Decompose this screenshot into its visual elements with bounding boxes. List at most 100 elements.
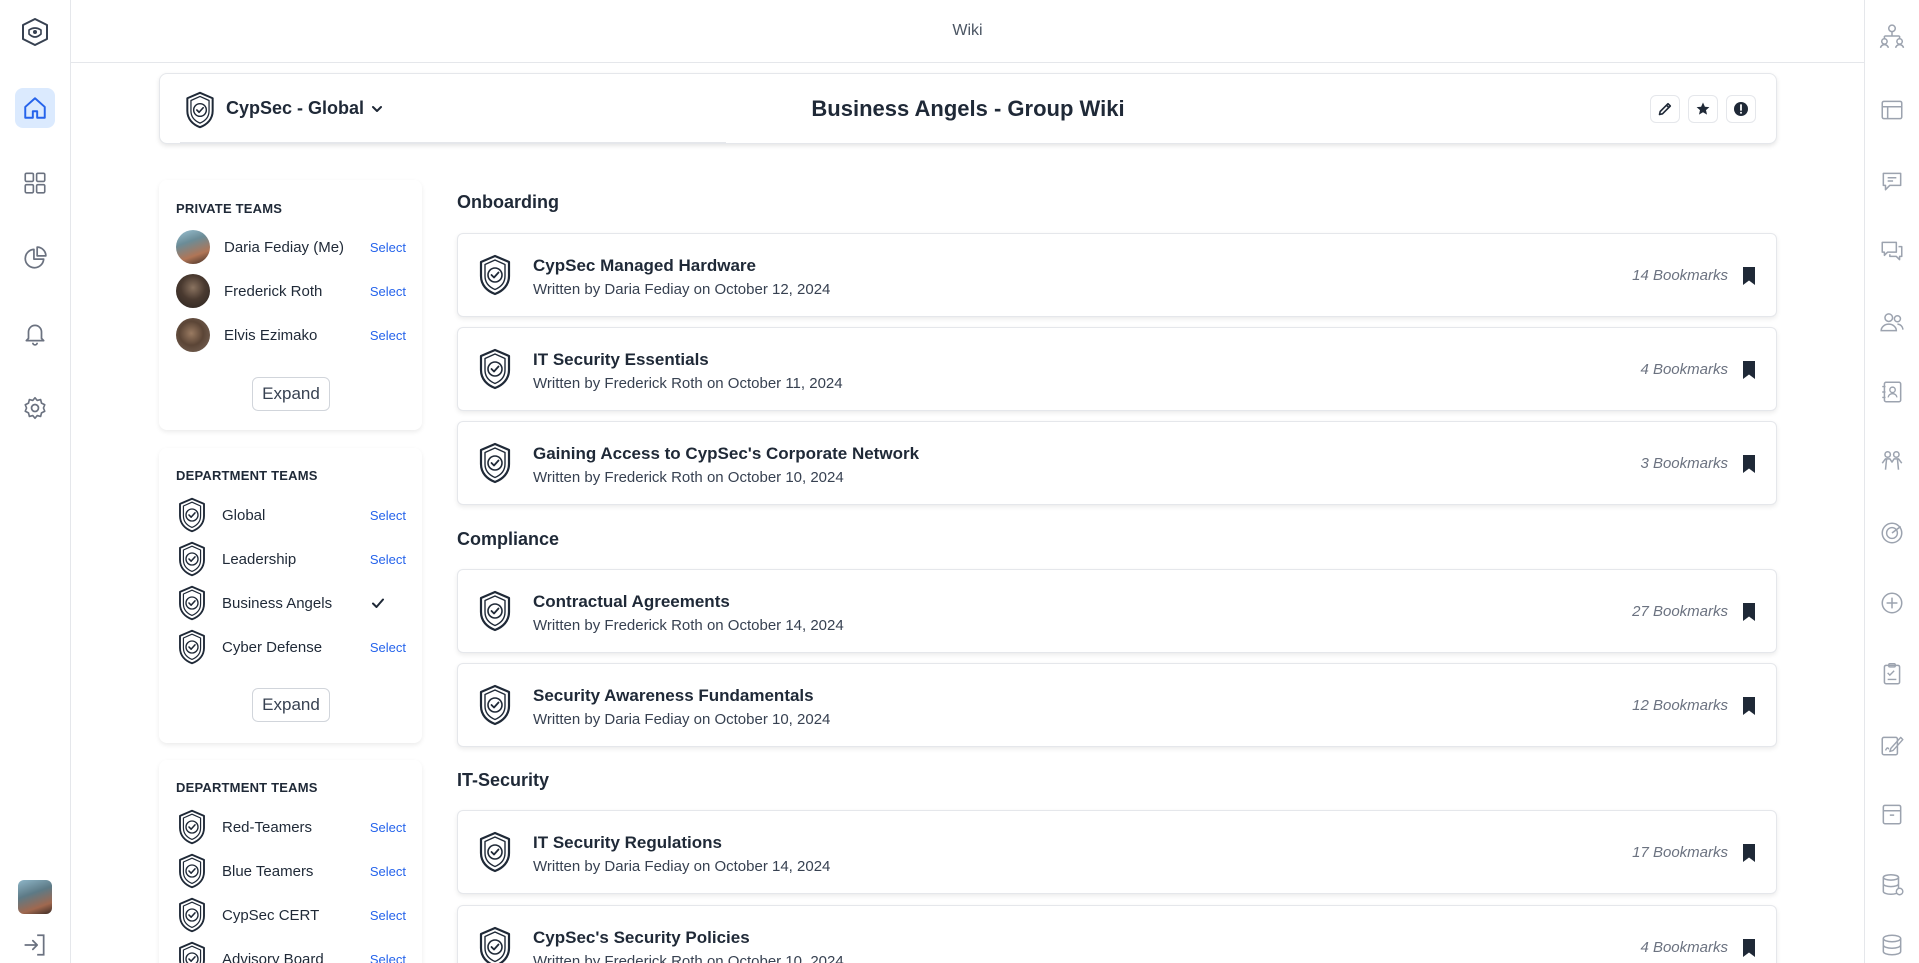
team-switcher[interactable]: CypSec - Global: [226, 98, 384, 119]
team-name: Red-Teamers: [222, 818, 313, 836]
team-icon[interactable]: [1879, 448, 1905, 474]
select-link[interactable]: Select: [370, 552, 406, 567]
bookmark-icon[interactable]: [1739, 937, 1759, 959]
team-row[interactable]: Blue Teamers Select: [176, 852, 406, 890]
team-row[interactable]: Daria Fediay (Me) Select: [176, 228, 406, 266]
shield-check-icon: [478, 442, 512, 484]
shield-check-icon: [176, 541, 208, 577]
shield-check-icon: [176, 629, 208, 665]
avatar: [176, 274, 210, 308]
wiki-entry[interactable]: IT Security Essentials Written by Freder…: [457, 327, 1777, 411]
team-name: Leadership: [222, 550, 297, 568]
team-row[interactable]: Cyber Defense Select: [176, 628, 406, 666]
add-circle-icon[interactable]: [1879, 590, 1905, 616]
wiki-entry-title[interactable]: Security Awareness Fundamentals: [533, 686, 814, 706]
wiki-entry[interactable]: Gaining Access to CypSec's Corporate Net…: [457, 421, 1777, 505]
storage-icon[interactable]: [1879, 932, 1905, 958]
layout-icon[interactable]: [1879, 97, 1905, 123]
app-logo-icon[interactable]: [20, 17, 50, 47]
pie-chart-icon: [24, 246, 47, 269]
edit-button[interactable]: [1650, 95, 1680, 123]
bookmark-icon[interactable]: [1739, 601, 1759, 623]
team-row[interactable]: Global Select: [176, 496, 406, 534]
nav-settings[interactable]: [15, 388, 55, 428]
wiki-entry-title[interactable]: CypSec Managed Hardware: [533, 256, 756, 276]
bookmark-icon[interactable]: [1739, 695, 1759, 717]
team-row[interactable]: Leadership Select: [176, 540, 406, 578]
bookmark-count: 14 Bookmarks: [1632, 267, 1728, 284]
wiki-entry-title[interactable]: Contractual Agreements: [533, 592, 730, 612]
team-row[interactable]: Advisory Board Select: [176, 940, 406, 963]
users-icon[interactable]: [1879, 309, 1905, 335]
shield-check-icon: [184, 91, 216, 129]
clipboard-icon[interactable]: [1879, 661, 1905, 687]
shield-check-icon: [176, 585, 208, 621]
section-title-it-security: IT-Security: [457, 770, 550, 790]
wiki-entry-title[interactable]: IT Security Regulations: [533, 833, 722, 853]
logout-icon[interactable]: [22, 932, 48, 958]
wiki-entry[interactable]: CypSec Managed Hardware Written by Daria…: [457, 233, 1777, 317]
user-avatar[interactable]: [18, 880, 52, 914]
wiki-entry-meta: Written by Daria Fediay on October 14, 2…: [533, 858, 831, 875]
bookmark-icon[interactable]: [1739, 842, 1759, 864]
archive-icon[interactable]: [1879, 801, 1905, 827]
team-row-selected[interactable]: Business Angels: [176, 584, 406, 622]
wiki-entry[interactable]: CypSec's Security Policies Written by Fr…: [457, 905, 1777, 963]
department-teams-card-2: DEPARTMENT TEAMS Red-Teamers Select Blue…: [159, 760, 422, 963]
select-link[interactable]: Select: [370, 908, 406, 923]
grid-icon: [24, 172, 46, 194]
right-rail: [1864, 0, 1919, 963]
wiki-entry-meta: Written by Frederick Roth on October 10,…: [533, 469, 844, 486]
comment-icon[interactable]: [1879, 168, 1905, 194]
wiki-entry[interactable]: Security Awareness Fundamentals Written …: [457, 663, 1777, 747]
chat-icon[interactable]: [1879, 238, 1905, 264]
team-row[interactable]: Elvis Ezimako Select: [176, 316, 406, 354]
wiki-entry-title[interactable]: IT Security Essentials: [533, 350, 709, 370]
app-title: Wiki: [952, 22, 983, 39]
chevron-down-icon: [372, 105, 383, 112]
expand-private-button[interactable]: Expand: [252, 377, 330, 411]
contact-book-icon[interactable]: [1879, 379, 1905, 405]
home-icon: [24, 97, 46, 119]
nav-notifications[interactable]: [15, 313, 55, 353]
shield-check-icon: [478, 831, 512, 873]
team-name: Cyber Defense: [222, 638, 323, 656]
wiki-entry-title[interactable]: CypSec's Security Policies: [533, 928, 750, 948]
left-rail: [0, 0, 71, 963]
org-chart-icon[interactable]: [1879, 23, 1905, 49]
select-link[interactable]: Select: [370, 952, 406, 963]
select-link[interactable]: Select: [370, 284, 406, 299]
select-link[interactable]: Select: [370, 864, 406, 879]
shield-check-icon: [478, 254, 512, 296]
signature-icon[interactable]: [1879, 732, 1905, 758]
select-link[interactable]: Select: [370, 240, 406, 255]
alert-icon: [1734, 102, 1748, 116]
gear-icon: [24, 396, 46, 420]
team-row[interactable]: Frederick Roth Select: [176, 272, 406, 310]
nav-home[interactable]: [15, 88, 55, 128]
select-link[interactable]: Select: [370, 508, 406, 523]
select-link[interactable]: Select: [370, 640, 406, 655]
edit-icon: [1658, 102, 1672, 116]
select-link[interactable]: Select: [370, 820, 406, 835]
bookmark-icon[interactable]: [1739, 265, 1759, 287]
radar-icon[interactable]: [1879, 520, 1905, 546]
bookmark-count: 4 Bookmarks: [1640, 939, 1728, 956]
nav-apps[interactable]: [15, 163, 55, 203]
report-button[interactable]: [1726, 95, 1756, 123]
bookmark-icon[interactable]: [1739, 359, 1759, 381]
wiki-entry-title[interactable]: Gaining Access to CypSec's Corporate Net…: [533, 444, 919, 464]
nav-analytics[interactable]: [15, 238, 55, 278]
team-row[interactable]: CypSec CERT Select: [176, 896, 406, 934]
wiki-entry[interactable]: IT Security Regulations Written by Daria…: [457, 810, 1777, 894]
select-link[interactable]: Select: [370, 328, 406, 343]
favorite-button[interactable]: [1688, 95, 1718, 123]
team-row[interactable]: Red-Teamers Select: [176, 808, 406, 846]
expand-department-button[interactable]: Expand: [252, 688, 330, 722]
wiki-entry-meta: Written by Daria Fediay on October 12, 2…: [533, 281, 831, 298]
bookmark-icon[interactable]: [1739, 453, 1759, 475]
shield-check-icon: [478, 684, 512, 726]
database-icon[interactable]: [1879, 872, 1905, 898]
wiki-entry[interactable]: Contractual Agreements Written by Freder…: [457, 569, 1777, 653]
private-teams-heading: PRIVATE TEAMS: [176, 201, 283, 216]
